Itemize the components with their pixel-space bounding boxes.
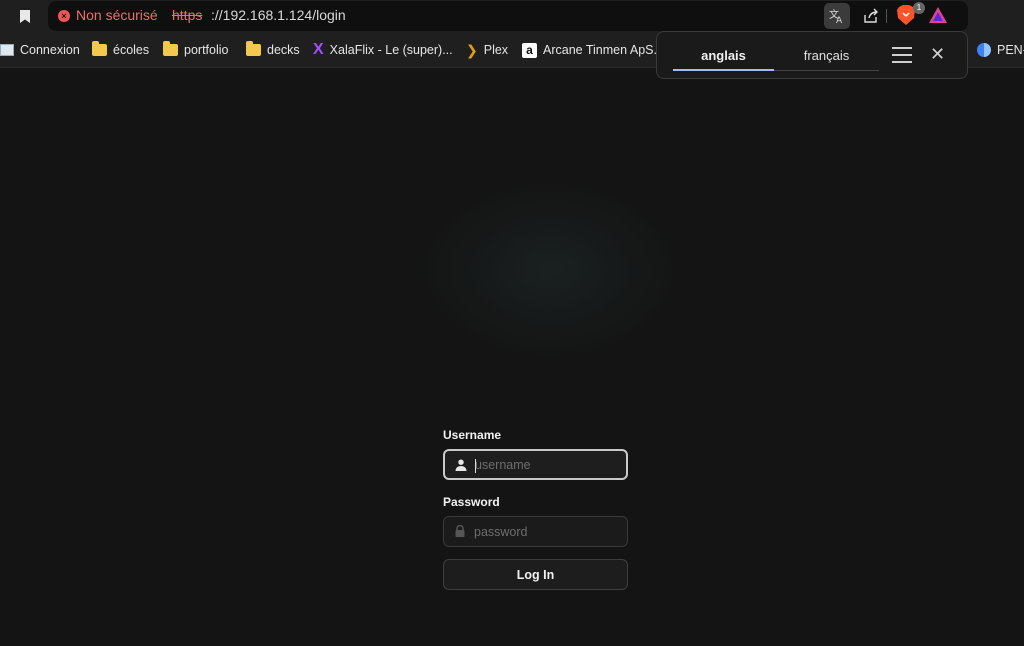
login-button[interactable]: Log In: [443, 559, 628, 590]
translate-popup: anglais français ✕: [656, 31, 968, 79]
username-input[interactable]: [475, 451, 625, 478]
url-text: ://192.168.1.124/login: [211, 7, 346, 23]
address-bar[interactable]: × Non sécurisé https ://192.168.1.124/lo…: [48, 1, 968, 31]
bookmark-folder[interactable]: decks: [246, 41, 300, 59]
password-input[interactable]: [474, 517, 624, 546]
translate-icon: 文A: [829, 8, 843, 24]
brave-shields-button[interactable]: 1: [896, 2, 925, 28]
share-icon: [864, 8, 878, 23]
folder-icon: [163, 41, 178, 56]
bookmark-icon: [20, 9, 30, 23]
bookmark-label: Plex: [483, 43, 509, 57]
bookmark-label: decks: [267, 43, 300, 57]
folder-icon: [92, 41, 107, 56]
bookmark-item[interactable]: ❯ Plex: [466, 41, 508, 59]
username-label: Username: [443, 428, 502, 442]
password-field[interactable]: [443, 516, 628, 547]
hamburger-menu-icon[interactable]: [892, 47, 912, 63]
browser-toolbar: × Non sécurisé https ://192.168.1.124/lo…: [0, 0, 1024, 32]
not-secure-icon[interactable]: ×: [58, 10, 70, 22]
password-label: Password: [443, 495, 500, 509]
tab-source-language[interactable]: anglais: [673, 48, 774, 63]
translate-button[interactable]: 文A: [824, 3, 850, 29]
bookmark-label: écoles: [113, 43, 150, 57]
close-icon[interactable]: ✕: [930, 44, 945, 65]
bookmark-label: Arcane Tinmen ApS...: [543, 43, 664, 57]
bookmark-label: PEN-: [997, 43, 1024, 57]
xalaflix-icon: X: [313, 41, 324, 58]
pen-icon: [977, 43, 991, 57]
bookmark-folder[interactable]: portfolio: [163, 41, 228, 59]
bookmark-page-button[interactable]: [12, 4, 38, 28]
bookmark-item[interactable]: a Arcane Tinmen ApS...: [522, 41, 664, 59]
brave-shields-badge: 1: [913, 2, 925, 14]
bookmark-folder[interactable]: écoles: [92, 41, 149, 59]
share-button[interactable]: [860, 5, 882, 27]
brave-rewards-triangle-icon: [929, 7, 947, 23]
bookmark-item[interactable]: X XalaFlix - Le (super)...: [313, 41, 453, 59]
amazon-icon: a: [522, 42, 537, 58]
active-tab-indicator: [673, 69, 774, 71]
login-form: Username Password Log In: [443, 428, 629, 590]
tab-target-language[interactable]: français: [774, 48, 879, 63]
tab-divider: [774, 70, 879, 71]
user-icon: [455, 459, 467, 471]
bookmark-label: XalaFlix - Le (super)...: [329, 43, 453, 57]
svg-text:A: A: [836, 16, 843, 24]
bookmark-label: Connexion: [20, 43, 80, 57]
bookmark-label: portfolio: [184, 43, 229, 57]
username-field[interactable]: [443, 449, 628, 480]
site-icon: [0, 44, 14, 56]
background-glow: [420, 180, 680, 360]
folder-icon: [246, 41, 261, 56]
toolbar-separator: [886, 9, 887, 23]
text-cursor: [475, 459, 476, 473]
bookmark-item[interactable]: Connexion: [0, 41, 80, 59]
lock-icon: [455, 525, 465, 537]
security-status[interactable]: Non sécurisé: [76, 7, 158, 23]
url-scheme: https: [172, 7, 203, 23]
bookmark-item[interactable]: PEN-: [977, 41, 1024, 59]
brave-rewards-button[interactable]: [928, 5, 950, 27]
plex-icon: ❯: [466, 41, 478, 58]
